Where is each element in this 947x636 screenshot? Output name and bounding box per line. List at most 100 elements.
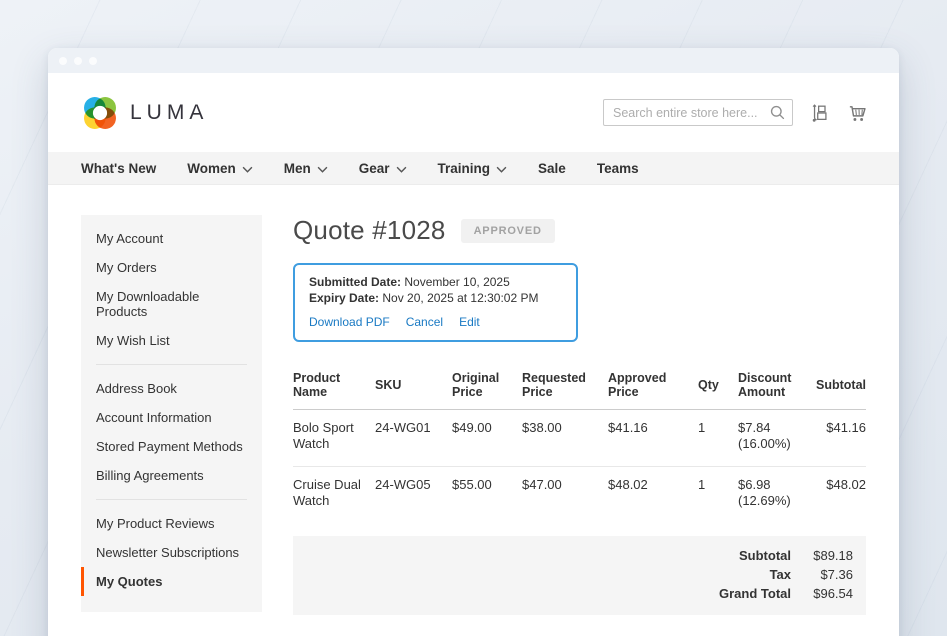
cell-approved-price: $41.16 [608,410,698,467]
nav-item-gear[interactable]: Gear [359,161,407,176]
nav-item-label: Gear [359,161,390,176]
column-header: Requested Price [522,365,608,410]
nav-item-what-s-new[interactable]: What's New [81,161,156,176]
sidebar-divider [96,364,247,365]
cell-original-price: $49.00 [452,410,522,467]
discount-amount: $7.84 [738,420,810,436]
luma-logo-icon [81,94,119,132]
nav-item-teams[interactable]: Teams [597,161,639,176]
submitted-date-value: November 10, 2025 [404,275,509,289]
submitted-date-label: Submitted Date: [309,275,401,289]
logo-text: LUMA [130,101,208,125]
sidebar-item-address-book[interactable]: Address Book [81,374,262,403]
sidebar-item-my-product-reviews[interactable]: My Product Reviews [81,509,262,538]
column-header: Qty [698,365,738,410]
quote-link-download-pdf[interactable]: Download PDF [309,315,390,329]
total-label: Grand Total [719,584,791,603]
cell-subtotal: $41.16 [816,410,866,467]
cell-discount-amount: $7.84(16.00%) [738,410,816,467]
chevron-down-icon [242,161,253,176]
cell-product-name: Cruise Dual Watch [293,467,375,524]
total-label: Tax [770,565,791,584]
cell-subtotal: $48.02 [816,467,866,524]
search-input[interactable] [603,99,793,126]
chevron-down-icon [496,161,507,176]
quote-link-cancel[interactable]: Cancel [406,315,443,329]
sidebar-divider [96,499,247,500]
table-row: Bolo Sport Watch24-WG01$49.00$38.00$41.1… [293,410,866,467]
column-header: Subtotal [816,365,866,410]
chevron-down-icon [396,161,407,176]
window-dot [59,57,67,65]
quote-actions-links: Download PDF Cancel Edit [309,315,562,329]
expiry-date-value: Nov 20, 2025 at 12:30:02 PM [382,291,538,305]
nav-item-label: Sale [538,161,566,176]
cell-requested-price: $38.00 [522,410,608,467]
sidebar-item-my-account[interactable]: My Account [81,224,262,253]
submitted-date: Submitted Date: November 10, 2025 [309,274,562,290]
sidebar-item-my-quotes[interactable]: My Quotes [81,567,262,596]
table-header-row: Product NameSKUOriginal PriceRequested P… [293,365,866,410]
status-badge: APPROVED [461,219,555,243]
total-row-subtotal: Subtotal$89.18 [306,546,853,565]
total-value: $96.54 [791,584,853,603]
chevron-down-icon [317,161,328,176]
cell-sku: 24-WG05 [375,467,452,524]
expiry-date-label: Expiry Date: [309,291,379,305]
sidebar-item-account-information[interactable]: Account Information [81,403,262,432]
column-header: Discount Amount [738,365,816,410]
nav-item-training[interactable]: Training [438,161,508,176]
total-row-grand-total: Grand Total$96.54 [306,584,853,603]
cell-discount-amount: $6.98(12.69%) [738,467,816,524]
total-value: $89.18 [791,546,853,565]
hand-truck-icon[interactable] [810,102,830,124]
discount-percent: (16.00%) [738,436,810,452]
cell-approved-price: $48.02 [608,467,698,524]
sidebar-item-my-downloadable-products[interactable]: My Downloadable Products [81,282,262,326]
sidebar-item-stored-payment-methods[interactable]: Stored Payment Methods [81,432,262,461]
column-header: SKU [375,365,452,410]
sidebar-item-newsletter-subscriptions[interactable]: Newsletter Subscriptions [81,538,262,567]
sidebar-item-my-wish-list[interactable]: My Wish List [81,326,262,355]
main-nav: What's New Women Men Gear Training Sale Teams [48,152,899,185]
cell-qty: 1 [698,410,738,467]
window-dot [89,57,97,65]
cell-product-name: Bolo Sport Watch [293,410,375,467]
expiry-date: Expiry Date: Nov 20, 2025 at 12:30:02 PM [309,290,562,306]
total-value: $7.36 [791,565,853,584]
search-icon[interactable] [769,104,786,126]
nav-item-label: Teams [597,161,639,176]
nav-item-women[interactable]: Women [187,161,253,176]
sidebar-item-my-orders[interactable]: My Orders [81,253,262,282]
total-row-tax: Tax$7.36 [306,565,853,584]
sidebar-item-billing-agreements[interactable]: Billing Agreements [81,461,262,490]
account-sidebar: My AccountMy OrdersMy Downloadable Produ… [81,215,262,612]
search-box [603,99,793,126]
quote-info-box: Submitted Date: November 10, 2025 Expiry… [293,263,578,342]
window-titlebar[interactable] [48,48,899,73]
nav-item-men[interactable]: Men [284,161,328,176]
cell-qty: 1 [698,467,738,524]
total-label: Subtotal [739,546,791,565]
nav-item-label: Women [187,161,236,176]
column-header: Original Price [452,365,522,410]
nav-item-label: Training [438,161,491,176]
discount-percent: (12.69%) [738,493,810,509]
browser-window: LUMA [48,48,899,636]
luma-logo[interactable]: LUMA [81,94,208,132]
column-header: Approved Price [608,365,698,410]
cell-requested-price: $47.00 [522,467,608,524]
quote-totals: Subtotal$89.18Tax$7.36Grand Total$96.54 [293,536,866,615]
table-row: Cruise Dual Watch24-WG05$55.00$47.00$48.… [293,467,866,524]
quote-title-row: Quote #1028 APPROVED [293,215,866,246]
nav-item-sale[interactable]: Sale [538,161,566,176]
quote-link-edit[interactable]: Edit [459,315,480,329]
page-title: Quote #1028 [293,215,446,246]
discount-amount: $6.98 [738,477,810,493]
window-dot [74,57,82,65]
nav-item-label: What's New [81,161,156,176]
store-header: LUMA [48,73,899,152]
cart-icon[interactable] [847,102,868,124]
column-header: Product Name [293,365,375,410]
quote-items-table: Product NameSKUOriginal PriceRequested P… [293,365,866,523]
